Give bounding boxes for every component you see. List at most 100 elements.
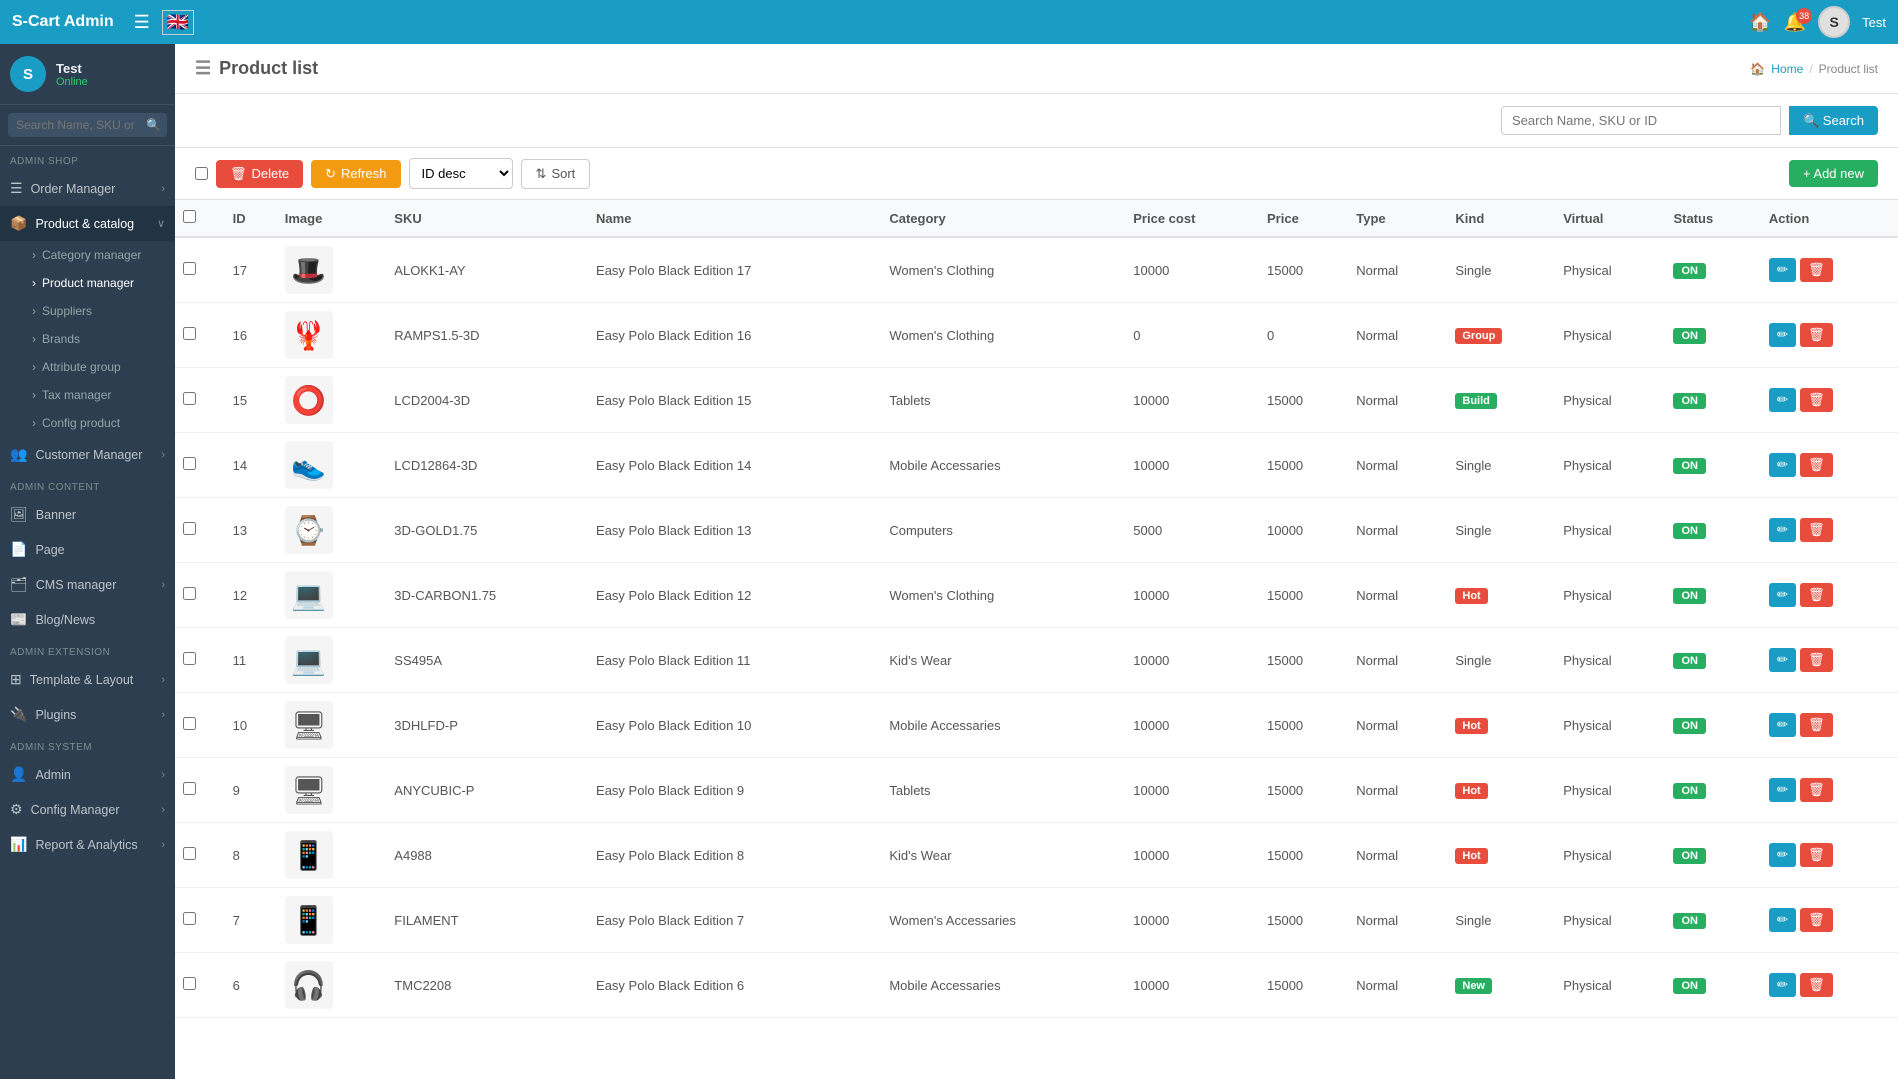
table-row: 17 🎩 ALOKK1-AY Easy Polo Black Edition 1… [175, 237, 1898, 303]
sidebar-item-category-manager[interactable]: › Category manager [0, 241, 175, 269]
edit-button[interactable]: ✏ [1769, 908, 1796, 932]
row-checkbox[interactable] [183, 392, 196, 405]
row-delete-button[interactable]: 🗑 [1800, 388, 1833, 412]
edit-button[interactable]: ✏ [1769, 843, 1796, 867]
row-delete-button[interactable]: 🗑 [1800, 583, 1833, 607]
edit-button[interactable]: ✏ [1769, 258, 1796, 282]
edit-button[interactable]: ✏ [1769, 713, 1796, 737]
sort-button[interactable]: ⇅ Sort [521, 159, 591, 189]
search-input[interactable] [8, 113, 167, 137]
table-row: 6 🎧 TMC2208 Easy Polo Black Edition 6 Mo… [175, 953, 1898, 1018]
username-label[interactable]: Test [1862, 15, 1886, 30]
sidebar-item-customer-manager[interactable]: 👥 Customer Manager › [0, 437, 175, 472]
product-search-button[interactable]: 🔍 Search [1789, 106, 1878, 135]
edit-button[interactable]: ✏ [1769, 778, 1796, 802]
row-checkbox-cell [175, 823, 225, 888]
row-delete-button[interactable]: 🗑 [1800, 453, 1833, 477]
add-new-button[interactable]: + Add new [1789, 160, 1878, 187]
th-sku: SKU [386, 200, 588, 237]
kind-badge: Build [1455, 393, 1497, 409]
row-checkbox-cell [175, 953, 225, 1018]
row-checkbox[interactable] [183, 652, 196, 665]
edit-button[interactable]: ✏ [1769, 973, 1796, 997]
select-all-checkbox[interactable] [195, 167, 208, 180]
refresh-button[interactable]: ↻ Refresh [311, 160, 400, 188]
notification-icon[interactable]: 🔔 38 [1784, 12, 1806, 33]
row-delete-button[interactable]: 🗑 [1800, 973, 1833, 997]
sidebar-item-suppliers[interactable]: › Suppliers [0, 297, 175, 325]
row-checkbox[interactable] [183, 262, 196, 275]
home-icon[interactable]: 🏠 [1749, 12, 1771, 33]
row-checkbox[interactable] [183, 977, 196, 990]
sidebar-item-admin[interactable]: 👤 Admin › [0, 757, 175, 792]
row-delete-button[interactable]: 🗑 [1800, 518, 1833, 542]
sidebar-item-banner[interactable]: 🖼 Banner [0, 497, 175, 532]
sidebar-item-blog-news[interactable]: 📰 Blog/News [0, 602, 175, 637]
row-delete-button[interactable]: 🗑 [1800, 843, 1833, 867]
row-checkbox[interactable] [183, 587, 196, 600]
row-checkbox-cell [175, 628, 225, 693]
row-sku: TMC2208 [386, 953, 588, 1018]
row-virtual: Physical [1555, 628, 1665, 693]
row-category: Women's Accessaries [881, 888, 1125, 953]
edit-button[interactable]: ✏ [1769, 388, 1796, 412]
row-checkbox[interactable] [183, 522, 196, 535]
row-name: Easy Polo Black Edition 12 [588, 563, 881, 628]
product-search-input[interactable] [1501, 106, 1781, 135]
row-checkbox[interactable] [183, 912, 196, 925]
row-delete-button[interactable]: 🗑 [1800, 713, 1833, 737]
row-checkbox[interactable] [183, 717, 196, 730]
row-checkbox[interactable] [183, 327, 196, 340]
sidebar-item-page[interactable]: 📄 Page [0, 532, 175, 567]
table-row: 11 💻 SS495A Easy Polo Black Edition 11 K… [175, 628, 1898, 693]
delete-button[interactable]: 🗑 Delete [216, 160, 303, 188]
status-badge: ON [1673, 783, 1706, 799]
row-sku: 3DHLFD-P [386, 693, 588, 758]
sidebar-item-product-manager[interactable]: › Product manager [0, 269, 175, 297]
sidebar-item-report-analytics[interactable]: 📊 Report & Analytics › [0, 827, 175, 862]
edit-button[interactable]: ✏ [1769, 323, 1796, 347]
sidebar-item-tax-manager[interactable]: › Tax manager [0, 381, 175, 409]
breadcrumb-home[interactable]: Home [1771, 62, 1803, 76]
sidebar-item-order-manager[interactable]: ☰ Order Manager › [0, 171, 175, 206]
sort-icon: ⇅ [536, 166, 547, 182]
row-action: ✏ 🗑 [1761, 693, 1898, 758]
edit-button[interactable]: ✏ [1769, 648, 1796, 672]
toolbar: 🗑 Delete ↻ Refresh ID desc ID asc Name a… [175, 148, 1898, 200]
edit-button[interactable]: ✏ [1769, 518, 1796, 542]
edit-button[interactable]: ✏ [1769, 583, 1796, 607]
header-checkbox[interactable] [183, 210, 196, 223]
row-action: ✏ 🗑 [1761, 433, 1898, 498]
hamburger-icon[interactable]: ☰ [134, 12, 150, 33]
row-action: ✏ 🗑 [1761, 563, 1898, 628]
row-checkbox[interactable] [183, 782, 196, 795]
row-delete-button[interactable]: 🗑 [1800, 908, 1833, 932]
sidebar-item-config-manager[interactable]: ⚙ Config Manager › [0, 792, 175, 827]
sidebar-item-product-catalog[interactable]: 📦 Product & catalog ∨ [0, 206, 175, 241]
sidebar-item-plugins[interactable]: 🔌 Plugins › [0, 697, 175, 732]
sub-arrow-icon: › [32, 388, 36, 402]
row-type: Normal [1348, 237, 1447, 303]
edit-button[interactable]: ✏ [1769, 453, 1796, 477]
row-checkbox[interactable] [183, 457, 196, 470]
row-kind: Hot [1447, 823, 1555, 888]
row-checkbox[interactable] [183, 847, 196, 860]
row-delete-button[interactable]: 🗑 [1800, 648, 1833, 672]
sidebar-item-brands[interactable]: › Brands [0, 325, 175, 353]
sidebar-username: Test [56, 61, 88, 76]
row-delete-button[interactable]: 🗑 [1800, 323, 1833, 347]
avatar[interactable]: S [1818, 6, 1850, 38]
th-status: Status [1665, 200, 1760, 237]
th-category: Category [881, 200, 1125, 237]
row-delete-button[interactable]: 🗑 [1800, 258, 1833, 282]
row-delete-button[interactable]: 🗑 [1800, 778, 1833, 802]
language-selector[interactable]: 🇬🇧 [162, 10, 194, 35]
sidebar-item-config-product[interactable]: › Config product [0, 409, 175, 437]
row-category: Mobile Accessaries [881, 433, 1125, 498]
row-image: 👟 [277, 433, 387, 498]
sort-select[interactable]: ID desc ID asc Name asc Name desc [409, 158, 513, 189]
sidebar-item-attribute-group[interactable]: › Attribute group [0, 353, 175, 381]
table-row: 12 💻 3D-CARBON1.75 Easy Polo Black Editi… [175, 563, 1898, 628]
sidebar-item-template-layout[interactable]: ⊞ Template & Layout › [0, 662, 175, 697]
sidebar-item-cms-manager[interactable]: 🗂 CMS manager › [0, 567, 175, 602]
